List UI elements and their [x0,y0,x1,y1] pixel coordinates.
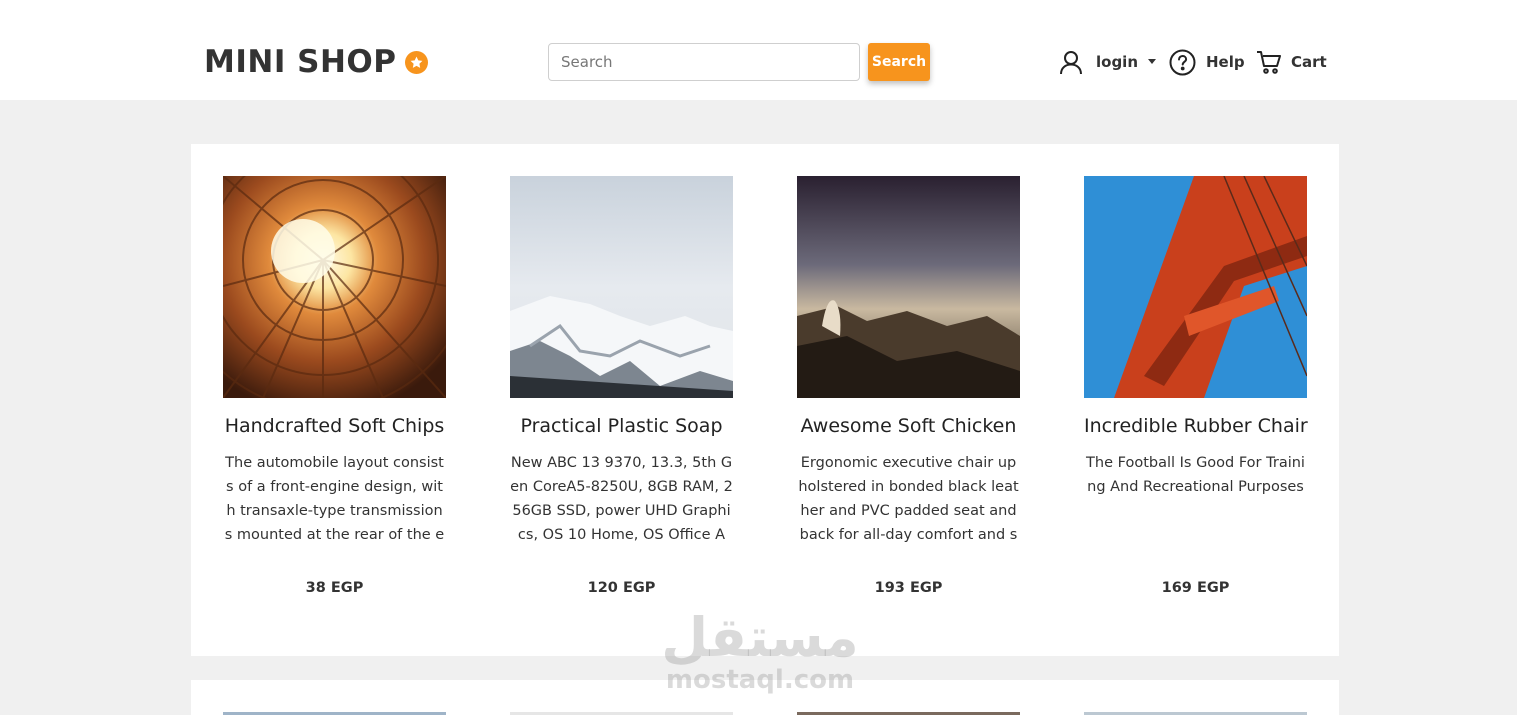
product-title[interactable]: Awesome Soft Chicken [797,415,1020,437]
product-card[interactable]: Handcrafted Soft Chips The automobile la… [223,176,446,596]
site-header: MINI SHOP Search login Help [0,0,1517,100]
product-price: 38 EGP [305,580,364,596]
product-title[interactable]: Handcrafted Soft Chips [223,415,446,437]
product-grid: Handcrafted Soft Chips The automobile la… [191,144,1339,656]
product-description: The Football Is Good For Training And Re… [1086,455,1305,495]
product-title[interactable]: Incredible Rubber Chair [1084,415,1308,437]
brand-name: MINI SHOP [204,44,397,80]
product-price: 169 EGP [1161,580,1230,596]
help-link[interactable]: Help [1169,48,1245,76]
product-price: 193 EGP [874,580,943,596]
search-input[interactable] [548,43,860,81]
login-label: login [1096,53,1139,71]
product-image[interactable] [797,176,1020,398]
help-circle-icon [1169,49,1196,76]
product-description: New ABC 13 9370, 13.3, 5th Gen CoreA5-82… [510,455,733,543]
product-grid-row-2 [191,680,1339,715]
cart-link[interactable]: Cart [1256,48,1327,76]
product-image[interactable] [223,176,446,398]
user-icon [1058,49,1084,75]
product-price: 120 EGP [587,580,656,596]
product-image[interactable] [510,176,733,398]
product-description: Ergonomic executive chair upholstered in… [798,455,1019,543]
product-image[interactable] [1084,176,1307,398]
chevron-down-icon [1148,58,1157,64]
cart-icon [1256,49,1282,75]
product-card[interactable]: Awesome Soft Chicken Ergonomic executive… [797,176,1020,596]
cart-label: Cart [1291,53,1327,71]
product-card[interactable]: Incredible Rubber Chair The Football Is … [1084,176,1308,596]
brand-logo[interactable]: MINI SHOP [204,44,428,80]
product-description: The automobile layout consists of a fron… [224,455,445,543]
star-icon [404,50,428,74]
search-button[interactable]: Search [868,43,930,81]
login-menu[interactable]: login [1058,48,1157,76]
help-label: Help [1206,53,1245,71]
product-card[interactable]: Practical Plastic Soap New ABC 13 9370, … [510,176,733,596]
product-title[interactable]: Practical Plastic Soap [510,415,733,437]
